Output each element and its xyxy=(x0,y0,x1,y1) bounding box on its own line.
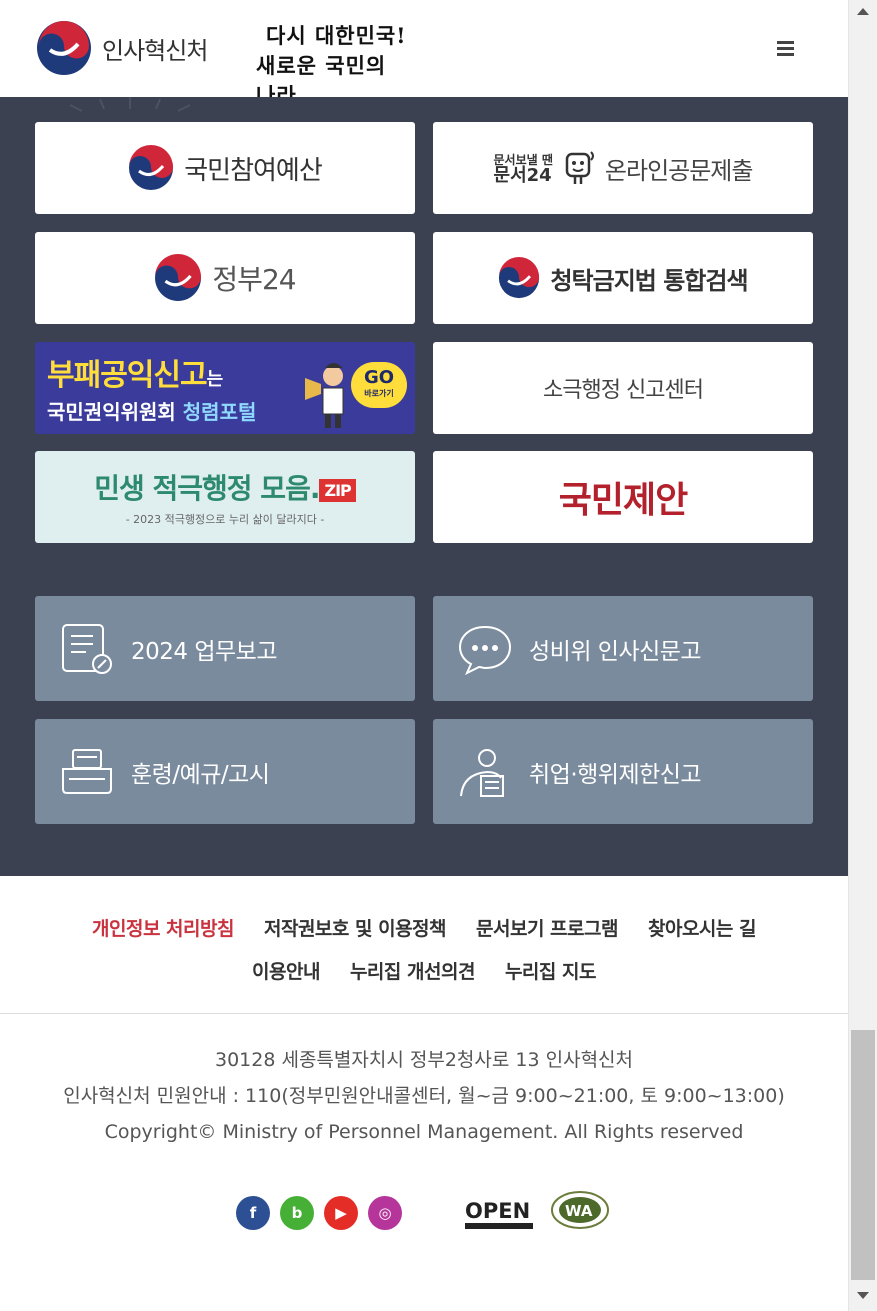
social-links: f b ▶ ◎ xyxy=(236,1196,412,1230)
banner-label: 소극행정 신고센터 xyxy=(543,378,704,403)
banner-people-budget[interactable]: 국민참여예산 xyxy=(35,122,415,214)
banner-label: 정부24 xyxy=(212,263,296,296)
active-admin-sub: - 2023 적극행정으로 누리 삶이 달라지다 - xyxy=(125,513,325,526)
link-usage-guide[interactable]: 이용안내 xyxy=(252,957,320,984)
taegeuk-emblem-icon xyxy=(155,254,202,301)
tile-work-report[interactable]: 2024 업무보고 xyxy=(35,596,415,701)
facebook-icon[interactable]: f xyxy=(236,1196,270,1230)
active-admin-title: 민생 적극행정 모음. ZIP xyxy=(94,467,356,507)
svg-text:WA: WA xyxy=(565,1202,593,1220)
taegeuk-emblem-icon xyxy=(37,21,91,75)
tile-label: 취업·행위제한신고 xyxy=(529,761,702,788)
hamburger-icon[interactable] xyxy=(773,38,797,62)
decorative-rays-icon xyxy=(69,97,191,112)
svg-text:OPEN: OPEN xyxy=(465,1199,530,1223)
doc24-mini-big: 문서24 xyxy=(493,165,552,186)
scroll-down-icon[interactable] xyxy=(857,1292,869,1299)
scroll-up-icon[interactable] xyxy=(857,8,869,15)
tile-misconduct-report[interactable]: 성비위 인사신문고 xyxy=(433,596,813,701)
banner-active-admin-zip[interactable]: 민생 적극행정 모음. ZIP - 2023 적극행정으로 누리 삶이 달라지다 … xyxy=(35,451,415,543)
go-badge: GO 바로가기 xyxy=(351,362,407,408)
tile-label: 성비위 인사신문고 xyxy=(529,638,702,665)
banner-label: 국민제안 xyxy=(558,480,688,521)
link-doc-viewer[interactable]: 문서보기 프로그램 xyxy=(476,914,618,941)
footer-address: 30128 세종특별자치시 정부2청사로 13 인사혁신처 xyxy=(214,1049,634,1071)
link-directions[interactable]: 찾아오시는 길 xyxy=(648,914,757,941)
corruption-report-text: 부패공익신고는 국민권익위원회 청렴포털 xyxy=(47,350,256,425)
tile-label: 훈령/예규/고시 xyxy=(131,761,270,788)
footer-links: 개인정보 처리방침 저작권보호 및 이용정책 문서보기 프로그램 찾아오시는 길… xyxy=(0,876,848,1014)
footer-copyright: Copyright© Ministry of Personnel Managem… xyxy=(104,1121,744,1143)
chat-bubble-icon xyxy=(457,621,513,677)
link-site-feedback[interactable]: 누리집 개선의견 xyxy=(350,957,475,984)
footer-contact: 인사혁신처 민원안내 : 110(정부민원안내콜센터, 월~금 9:00~21:… xyxy=(63,1085,785,1107)
instagram-icon[interactable]: ◎ xyxy=(368,1196,402,1230)
taegeuk-emblem-icon xyxy=(129,145,174,190)
youtube-icon[interactable]: ▶ xyxy=(324,1196,358,1230)
logo[interactable]: 인사혁신처 xyxy=(36,20,208,76)
tile-directives[interactable]: 훈령/예규/고시 xyxy=(35,719,415,824)
slogan-line1: 다시 대한민국! xyxy=(266,23,407,48)
corruption-report-title: 부패공익신고는 xyxy=(47,358,223,393)
footer-info: 30128 세종특별자치시 정부2청사로 13 인사혁신처 인사혁신처 민원안내… xyxy=(0,1042,848,1150)
doc24-logo: 문서보낼 땐 문서24 xyxy=(493,152,553,186)
banner-label: 온라인공문제출 xyxy=(604,156,754,185)
person-report-icon xyxy=(457,744,513,800)
slogan: 다시 대한민국! 새로운 국민의 나라 xyxy=(252,18,412,108)
scroll-thumb[interactable] xyxy=(851,1030,875,1280)
site-header: 인사혁신처 다시 대한민국! 새로운 국민의 나라 xyxy=(0,0,848,108)
banner-people-proposal[interactable]: 국민제안 xyxy=(433,451,813,543)
tile-employment-restriction[interactable]: 취업·행위제한신고 xyxy=(433,719,813,824)
zip-badge: ZIP xyxy=(319,478,356,502)
printer-icon xyxy=(59,744,115,800)
blog-icon[interactable]: b xyxy=(280,1196,314,1230)
banner-passive-admin-report[interactable]: 소극행정 신고센터 xyxy=(433,342,813,434)
banner-anti-graft-search[interactable]: 청탁금지법 통합검색 xyxy=(433,232,813,324)
link-copyright-policy[interactable]: 저작권보호 및 이용정책 xyxy=(264,914,447,941)
banner-label: 국민참여예산 xyxy=(184,155,323,186)
taegeuk-emblem-icon xyxy=(499,257,540,299)
footer-links-row1: 개인정보 처리방침 저작권보호 및 이용정책 문서보기 프로그램 찾아오시는 길 xyxy=(0,914,848,941)
link-privacy-policy[interactable]: 개인정보 처리방침 xyxy=(92,914,234,941)
scrollbar[interactable] xyxy=(848,0,877,1311)
banner-label: 청탁금지법 통합검색 xyxy=(550,266,748,295)
logo-text: 인사혁신처 xyxy=(102,36,208,65)
megaphone-person-icon xyxy=(305,363,344,428)
report-document-icon xyxy=(59,621,115,677)
corruption-report-sub: 국민권익위원회 청렴포털 xyxy=(47,400,257,424)
tile-label: 2024 업무보고 xyxy=(131,638,277,665)
banner-corruption-report[interactable]: 부패공익신고는 국민권익위원회 청렴포털 GO 바로가기 xyxy=(35,342,415,434)
web-accessibility-icon[interactable]: WA xyxy=(550,1190,610,1230)
plug-icon xyxy=(565,151,594,184)
footer-links-row2: 이용안내 누리집 개선의견 누리집 지도 xyxy=(0,957,848,984)
banner-doc24[interactable]: 문서보낼 땐 문서24 온라인공문제출 xyxy=(433,122,813,214)
link-sitemap[interactable]: 누리집 지도 xyxy=(505,957,597,984)
open-license-icon[interactable]: OPEN xyxy=(463,1196,535,1232)
banner-gov24[interactable]: 정부24 xyxy=(35,232,415,324)
